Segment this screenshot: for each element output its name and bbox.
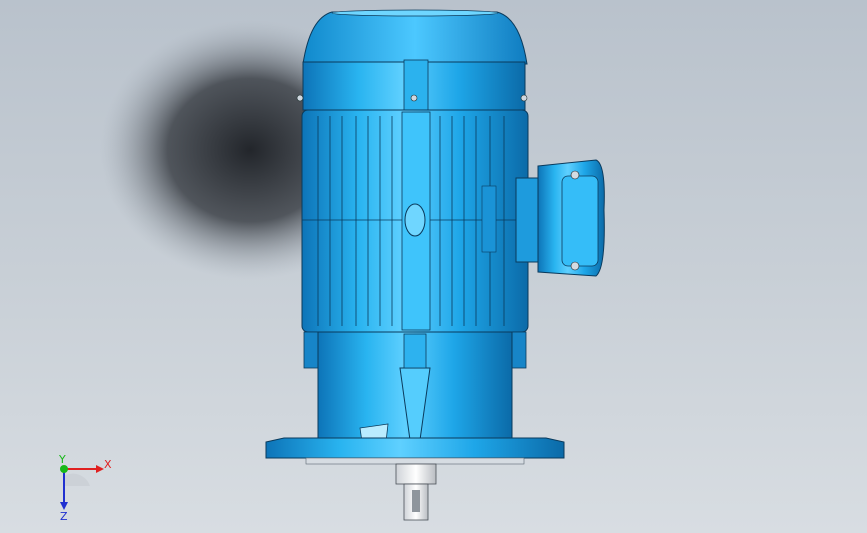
motor-shaft [395,463,437,521]
motor-model-view[interactable] [0,0,867,533]
orientation-triad[interactable]: X Y Z [46,452,116,522]
x-arrow-icon [96,465,104,473]
x-axis-label: X [104,458,112,471]
terminal-box [515,159,605,277]
y-axis-label: Y [58,453,66,466]
fan-cover [296,9,528,113]
stator-housing [301,109,529,333]
y-axis-icon [60,465,68,473]
z-axis-label: Z [60,510,68,522]
triad-plane-icon [64,473,90,486]
z-arrow-icon [60,502,68,510]
drive-end-housing [303,331,527,443]
mounting-flange [265,437,565,465]
cad-viewport[interactable]: X Y Z [0,0,867,533]
